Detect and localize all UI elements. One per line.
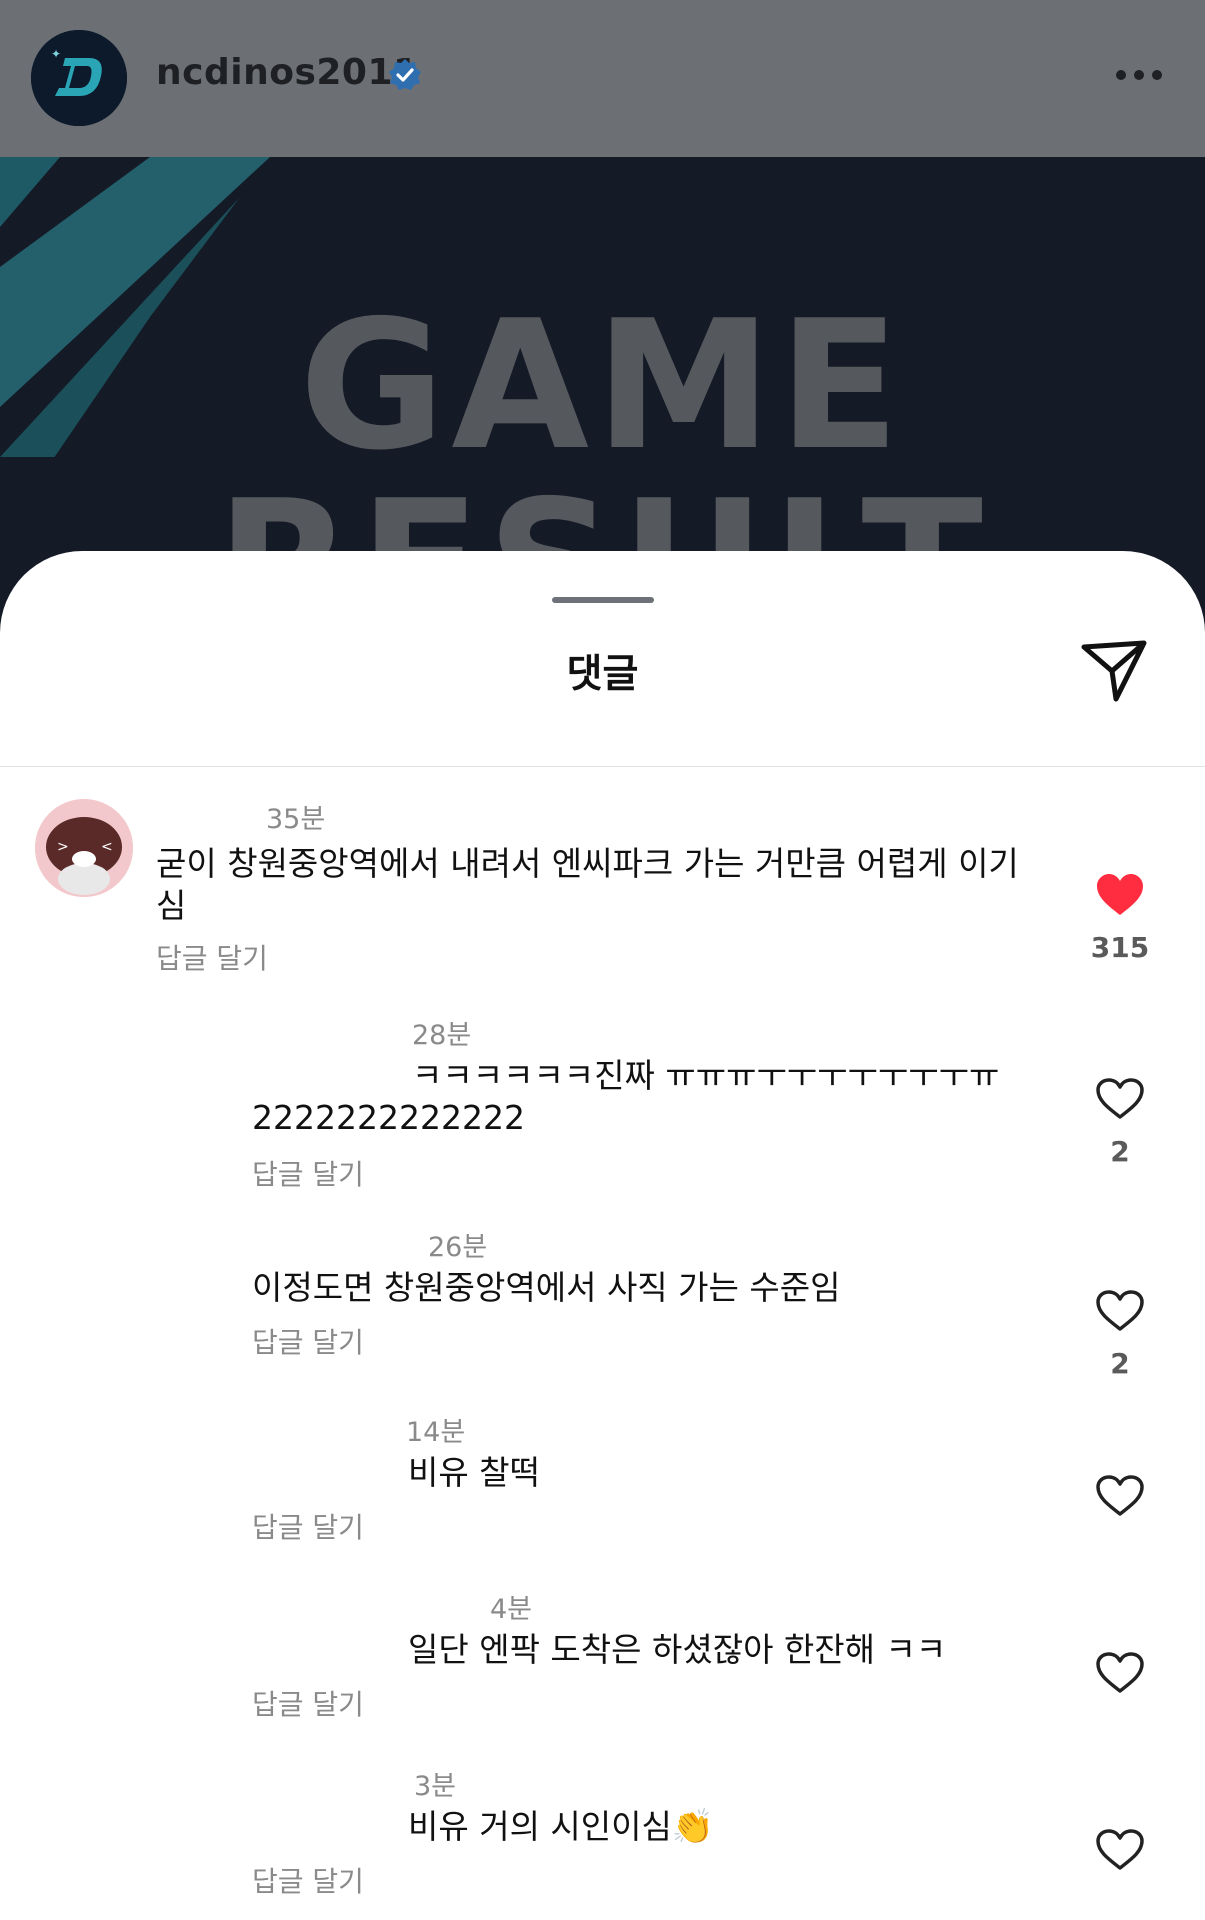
comment-time: 28분 [412,1020,472,1051]
reply-button[interactable]: 답글 달기 [252,1683,364,1723]
verified-badge-icon [389,59,421,90]
comment-text: 일단 엔팍 도착은 하셨잖아 한잔해 ㅋㅋ [408,1630,947,1669]
reply-button[interactable]: 답글 달기 [252,1860,364,1900]
heart-outline-icon [1096,1078,1144,1119]
comment-text: 이정도면 창원중앙역에서 사직 가는 수준임 [252,1268,841,1307]
comment-time: 4분 [490,1594,533,1625]
reply-button[interactable]: 답글 달기 [252,1321,364,1361]
like-button[interactable]: 2 [1090,1289,1150,1380]
commenter-avatar[interactable]: > < [35,799,133,897]
comment-text: ㅋㅋㅋㅋㅋㅋ진짜 ㅠㅠㅠㅜㅜㅜㅜㅜㅜㅜㅠ 2222222222222 [252,1055,999,1139]
post-header: ✦ ncdinos2011 [0,0,1205,157]
account-avatar[interactable]: ✦ [31,30,127,126]
comment-time: 3분 [414,1771,457,1802]
like-count: 315 [1090,931,1150,964]
comment-text-line: 2222222222222 [252,1098,525,1137]
comment-text-line: 비유 거의 시인이심 [408,1807,672,1846]
heart-outline-icon [1096,1475,1144,1516]
like-count: 2 [1110,1347,1130,1380]
dinos-logo-icon: ✦ [31,30,127,126]
reply-button[interactable]: 답글 달기 [252,1506,364,1546]
comment-time: 14분 [406,1417,466,1448]
comments-sheet: 댓글 > < 35분 굳이 창원중앙역에서 내려서 엔씨파크 가는 거만큼 어렵… [0,551,1205,1920]
heart-outline-icon [1096,1829,1144,1870]
comment-text-line: 심 [156,886,187,925]
sheet-divider [0,766,1205,767]
reply-button[interactable]: 답글 달기 [252,1153,364,1193]
svg-text:<: < [101,839,113,855]
like-count: 2 [1110,1135,1130,1168]
post-title-line1: GAME [299,282,906,489]
comment-time: 35분 [266,804,326,835]
like-button[interactable]: 2 [1090,1077,1150,1168]
account-username[interactable]: ncdinos2011 [156,52,419,93]
heart-outline-icon [1096,1290,1144,1331]
clapping-hands-icon: 👏 [671,1807,715,1847]
heart-filled-icon [1097,874,1143,915]
heart-outline-icon [1096,1652,1144,1693]
drag-handle[interactable] [552,597,654,603]
comment-time: 26분 [428,1232,488,1263]
share-send-icon[interactable] [1078,637,1150,705]
svg-text:>: > [57,839,69,855]
avatar-character-icon: > < [35,799,133,897]
like-button[interactable] [1090,1474,1150,1518]
sheet-title: 댓글 [566,652,639,697]
svg-text:✦: ✦ [51,47,61,61]
like-button[interactable]: 315 [1090,873,1150,964]
more-options-icon[interactable] [1112,66,1166,86]
comment-text-line: 굳이 창원중앙역에서 내려서 엔씨파크 가는 거만큼 어렵게 이기 [156,844,1019,883]
comment-text-line: ㅋㅋㅋㅋㅋㅋ진짜 ㅠㅠㅠㅜㅜㅜㅜㅜㅜㅜㅠ [412,1056,1000,1095]
comment-text: 비유 거의 시인이심👏 [408,1806,714,1848]
like-button[interactable] [1090,1828,1150,1872]
reply-button[interactable]: 답글 달기 [156,937,268,977]
like-button[interactable] [1090,1651,1150,1695]
comment-text: 비유 찰떡 [408,1453,540,1492]
comment-text: 굳이 창원중앙역에서 내려서 엔씨파크 가는 거만큼 어렵게 이기 심 [156,843,1019,927]
